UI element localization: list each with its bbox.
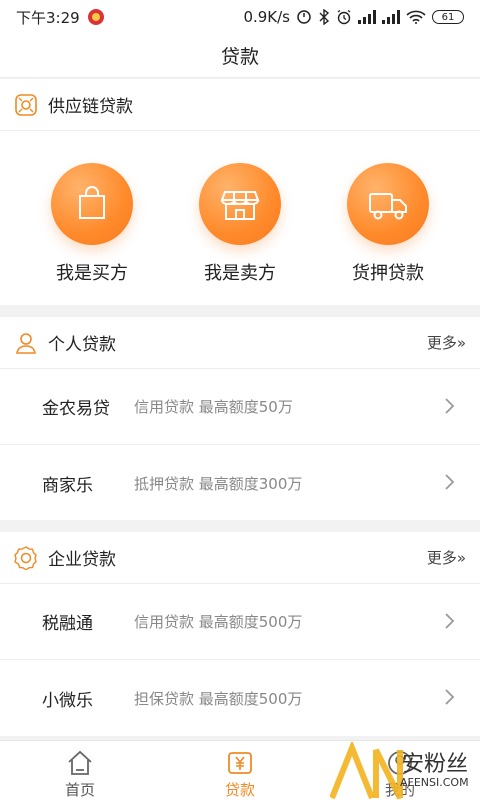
tab-home[interactable]: 首页: [0, 741, 160, 800]
truck-icon: [369, 193, 407, 220]
seller-option[interactable]: 我是卖方: [175, 131, 305, 305]
chevron-right-icon: [445, 474, 455, 490]
loan-desc: 信用贷款 最高额度500万: [134, 613, 303, 631]
personal-loan-section: 个人贷款 更多» 金农易贷 信用贷款 最高额度50万 商家乐 抵押贷款 最高额度…: [0, 317, 480, 520]
loan-row-xiaoweile[interactable]: 小微乐 担保贷款 最高额度500万: [0, 660, 480, 736]
loan-name: 商家乐: [42, 475, 93, 496]
tab-loan[interactable]: 贷款: [160, 741, 320, 800]
status-time: 下午3:29: [16, 8, 80, 27]
net-speed: 0.9K/s: [243, 8, 290, 26]
loan-row-jinnong[interactable]: 金农易贷 信用贷款 最高额度50万: [0, 369, 480, 445]
person-icon: [16, 332, 36, 354]
supply-chain-options: 我是买方 我是卖方 货押贷款: [0, 131, 480, 305]
enterprise-loan-section: 企业贷款 更多» 税融通 信用贷款 最高额度500万 小微乐 担保贷款 最高额度…: [0, 532, 480, 736]
pledge-circle: [347, 163, 429, 245]
personal-more-link[interactable]: 更多»: [427, 332, 466, 353]
enterprise-loan-header: 企业贷款 更多»: [0, 532, 480, 584]
enterprise-badge-icon: [14, 545, 37, 570]
enterprise-loan-title: 企业贷款: [48, 550, 116, 570]
seller-label: 我是卖方: [204, 263, 276, 284]
loan-row-shuirongtong[interactable]: 税融通 信用贷款 最高额度500万: [0, 584, 480, 660]
personal-loan-header: 个人贷款 更多»: [0, 317, 480, 369]
data-saver-icon: [297, 10, 311, 24]
pledge-loan-label: 货押贷款: [352, 263, 424, 284]
alarm-icon: [337, 9, 351, 25]
signal-icon-1: [358, 10, 376, 24]
enterprise-more-link[interactable]: 更多»: [427, 547, 466, 568]
loan-desc: 信用贷款 最高额度50万: [134, 398, 293, 416]
bluetooth-icon: [319, 9, 330, 25]
shopping-bag-icon: [79, 186, 105, 219]
chevron-right-icon: [445, 613, 455, 629]
wifi-icon: [406, 10, 426, 24]
battery-icon: 61: [432, 10, 464, 24]
chevron-right-icon: [445, 689, 455, 705]
signal-icon-2: [382, 10, 400, 24]
supply-chain-header: 供应链贷款: [0, 79, 480, 131]
loan-name: 金农易贷: [42, 399, 110, 419]
tab-home-label: 首页: [64, 781, 95, 799]
loan-desc: 担保贷款 最高额度500万: [134, 689, 303, 708]
tab-loan-label: 贷款: [224, 781, 255, 799]
storefront-icon: [220, 191, 260, 220]
buyer-circle: [51, 163, 133, 245]
status-right: 0.9K/s 61: [243, 8, 464, 26]
app-bar: 贷款: [0, 34, 480, 78]
buyer-option[interactable]: 我是买方: [27, 131, 157, 305]
buyer-label: 我是买方: [56, 263, 128, 284]
page-title: 贷款: [220, 46, 259, 68]
supply-chain-title: 供应链贷款: [48, 97, 133, 117]
watermark-logo: 安粉丝 AFENSI.COM: [329, 739, 480, 800]
home-icon: [68, 750, 92, 775]
yen-icon: [228, 752, 252, 774]
app-notification-icon: [87, 9, 104, 25]
loan-row-shangjiale[interactable]: 商家乐 抵押贷款 最高额度300万: [0, 445, 480, 521]
personal-loan-title: 个人贷款: [48, 335, 116, 355]
pledge-loan-option[interactable]: 货押贷款: [323, 131, 453, 305]
chevron-right-icon: [445, 398, 455, 414]
loan-name: 小微乐: [42, 690, 93, 711]
watermark-subtext: AFENSI.COM: [400, 776, 469, 789]
status-bar: 下午3:29 0.9K/s 61: [0, 0, 480, 34]
supply-chain-icon: [15, 93, 37, 116]
loan-desc: 抵押贷款 最高额度300万: [134, 474, 303, 493]
seller-circle: [199, 163, 281, 245]
loan-name: 税融通: [42, 614, 93, 634]
watermark-text: 安粉丝: [402, 752, 469, 777]
supply-chain-section: 供应链贷款 我是买方 我是卖方 货押贷款: [0, 79, 480, 305]
